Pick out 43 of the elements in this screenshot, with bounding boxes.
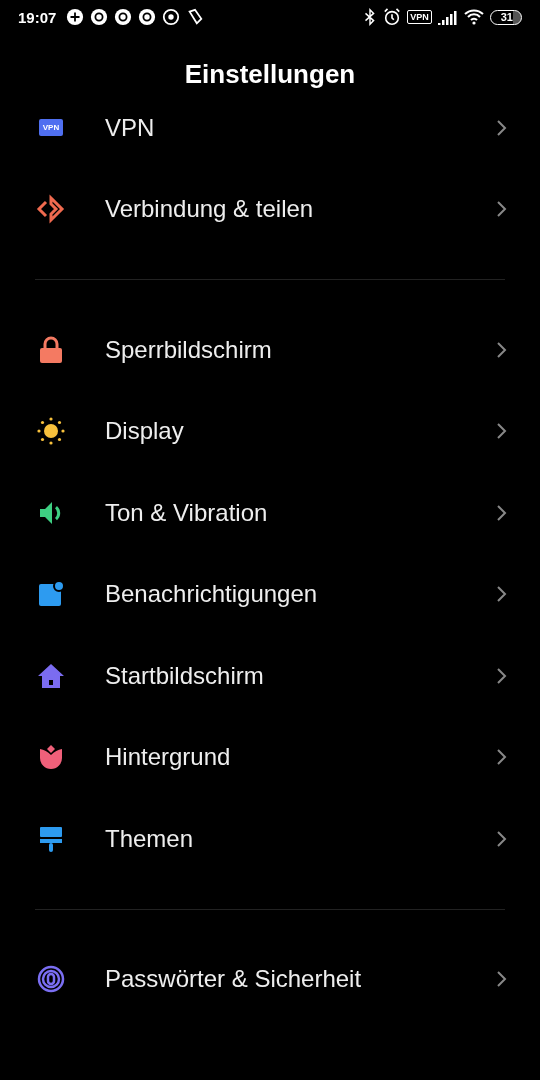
item-label: Passwörter & Sicherheit [105, 965, 363, 994]
chevron-right-icon [496, 200, 508, 219]
item-label: Benachrichtigungen [105, 580, 319, 609]
settings-item[interactable]: Sperrbildschirm [0, 309, 540, 391]
settings-item[interactable]: Display [0, 390, 540, 472]
signal-icon [437, 9, 458, 25]
chevron-right-icon [496, 748, 508, 767]
item-label: Ton & Vibration [105, 498, 269, 527]
chevron-right-icon [496, 422, 508, 441]
settings-item[interactable]: Ton & Vibration [0, 472, 540, 554]
alarm-icon [383, 8, 402, 26]
sun-icon [36, 416, 66, 447]
chevron-right-icon [496, 970, 508, 989]
settings-item[interactable]: VPN VPN [0, 87, 540, 169]
chevron-right-icon [496, 666, 508, 685]
battery-indicator: 31 [489, 9, 522, 25]
item-label: Display [105, 417, 185, 446]
settings-item[interactable]: Benachrichtigungen [0, 553, 540, 635]
wifi-icon [463, 9, 484, 25]
bluetooth-icon [363, 8, 378, 26]
settings-item[interactable]: Passwörter & Sicherheit [0, 938, 540, 1020]
chevron-right-icon [496, 829, 508, 848]
page-title: Einstellungen [183, 58, 357, 87]
settings-item[interactable]: Hintergrund [0, 716, 540, 798]
item-label: Verbindung & teilen [105, 195, 315, 224]
fingerprint-icon [36, 964, 66, 995]
settings-item[interactable]: Themen [0, 798, 540, 880]
chevron-right-icon [496, 118, 508, 137]
chevron-right-icon [496, 503, 508, 522]
chevron-right-icon [496, 340, 508, 359]
vpn-badge: VPN [407, 10, 432, 24]
item-label: Startbildschirm [105, 661, 265, 690]
settings-item[interactable]: Verbindung & teilen [0, 168, 540, 250]
item-label: Hintergrund [105, 743, 232, 772]
share-icon [36, 194, 66, 225]
status-time: 19:07 [18, 8, 57, 26]
item-label: VPN [105, 113, 156, 142]
vpn-icon: VPN [38, 119, 64, 137]
item-label: Themen [105, 824, 195, 853]
app-notification-icon [66, 8, 85, 26]
item-label: Sperrbildschirm [105, 335, 273, 364]
chevron-right-icon [496, 585, 508, 604]
settings-item[interactable]: Startbildschirm [0, 635, 540, 717]
